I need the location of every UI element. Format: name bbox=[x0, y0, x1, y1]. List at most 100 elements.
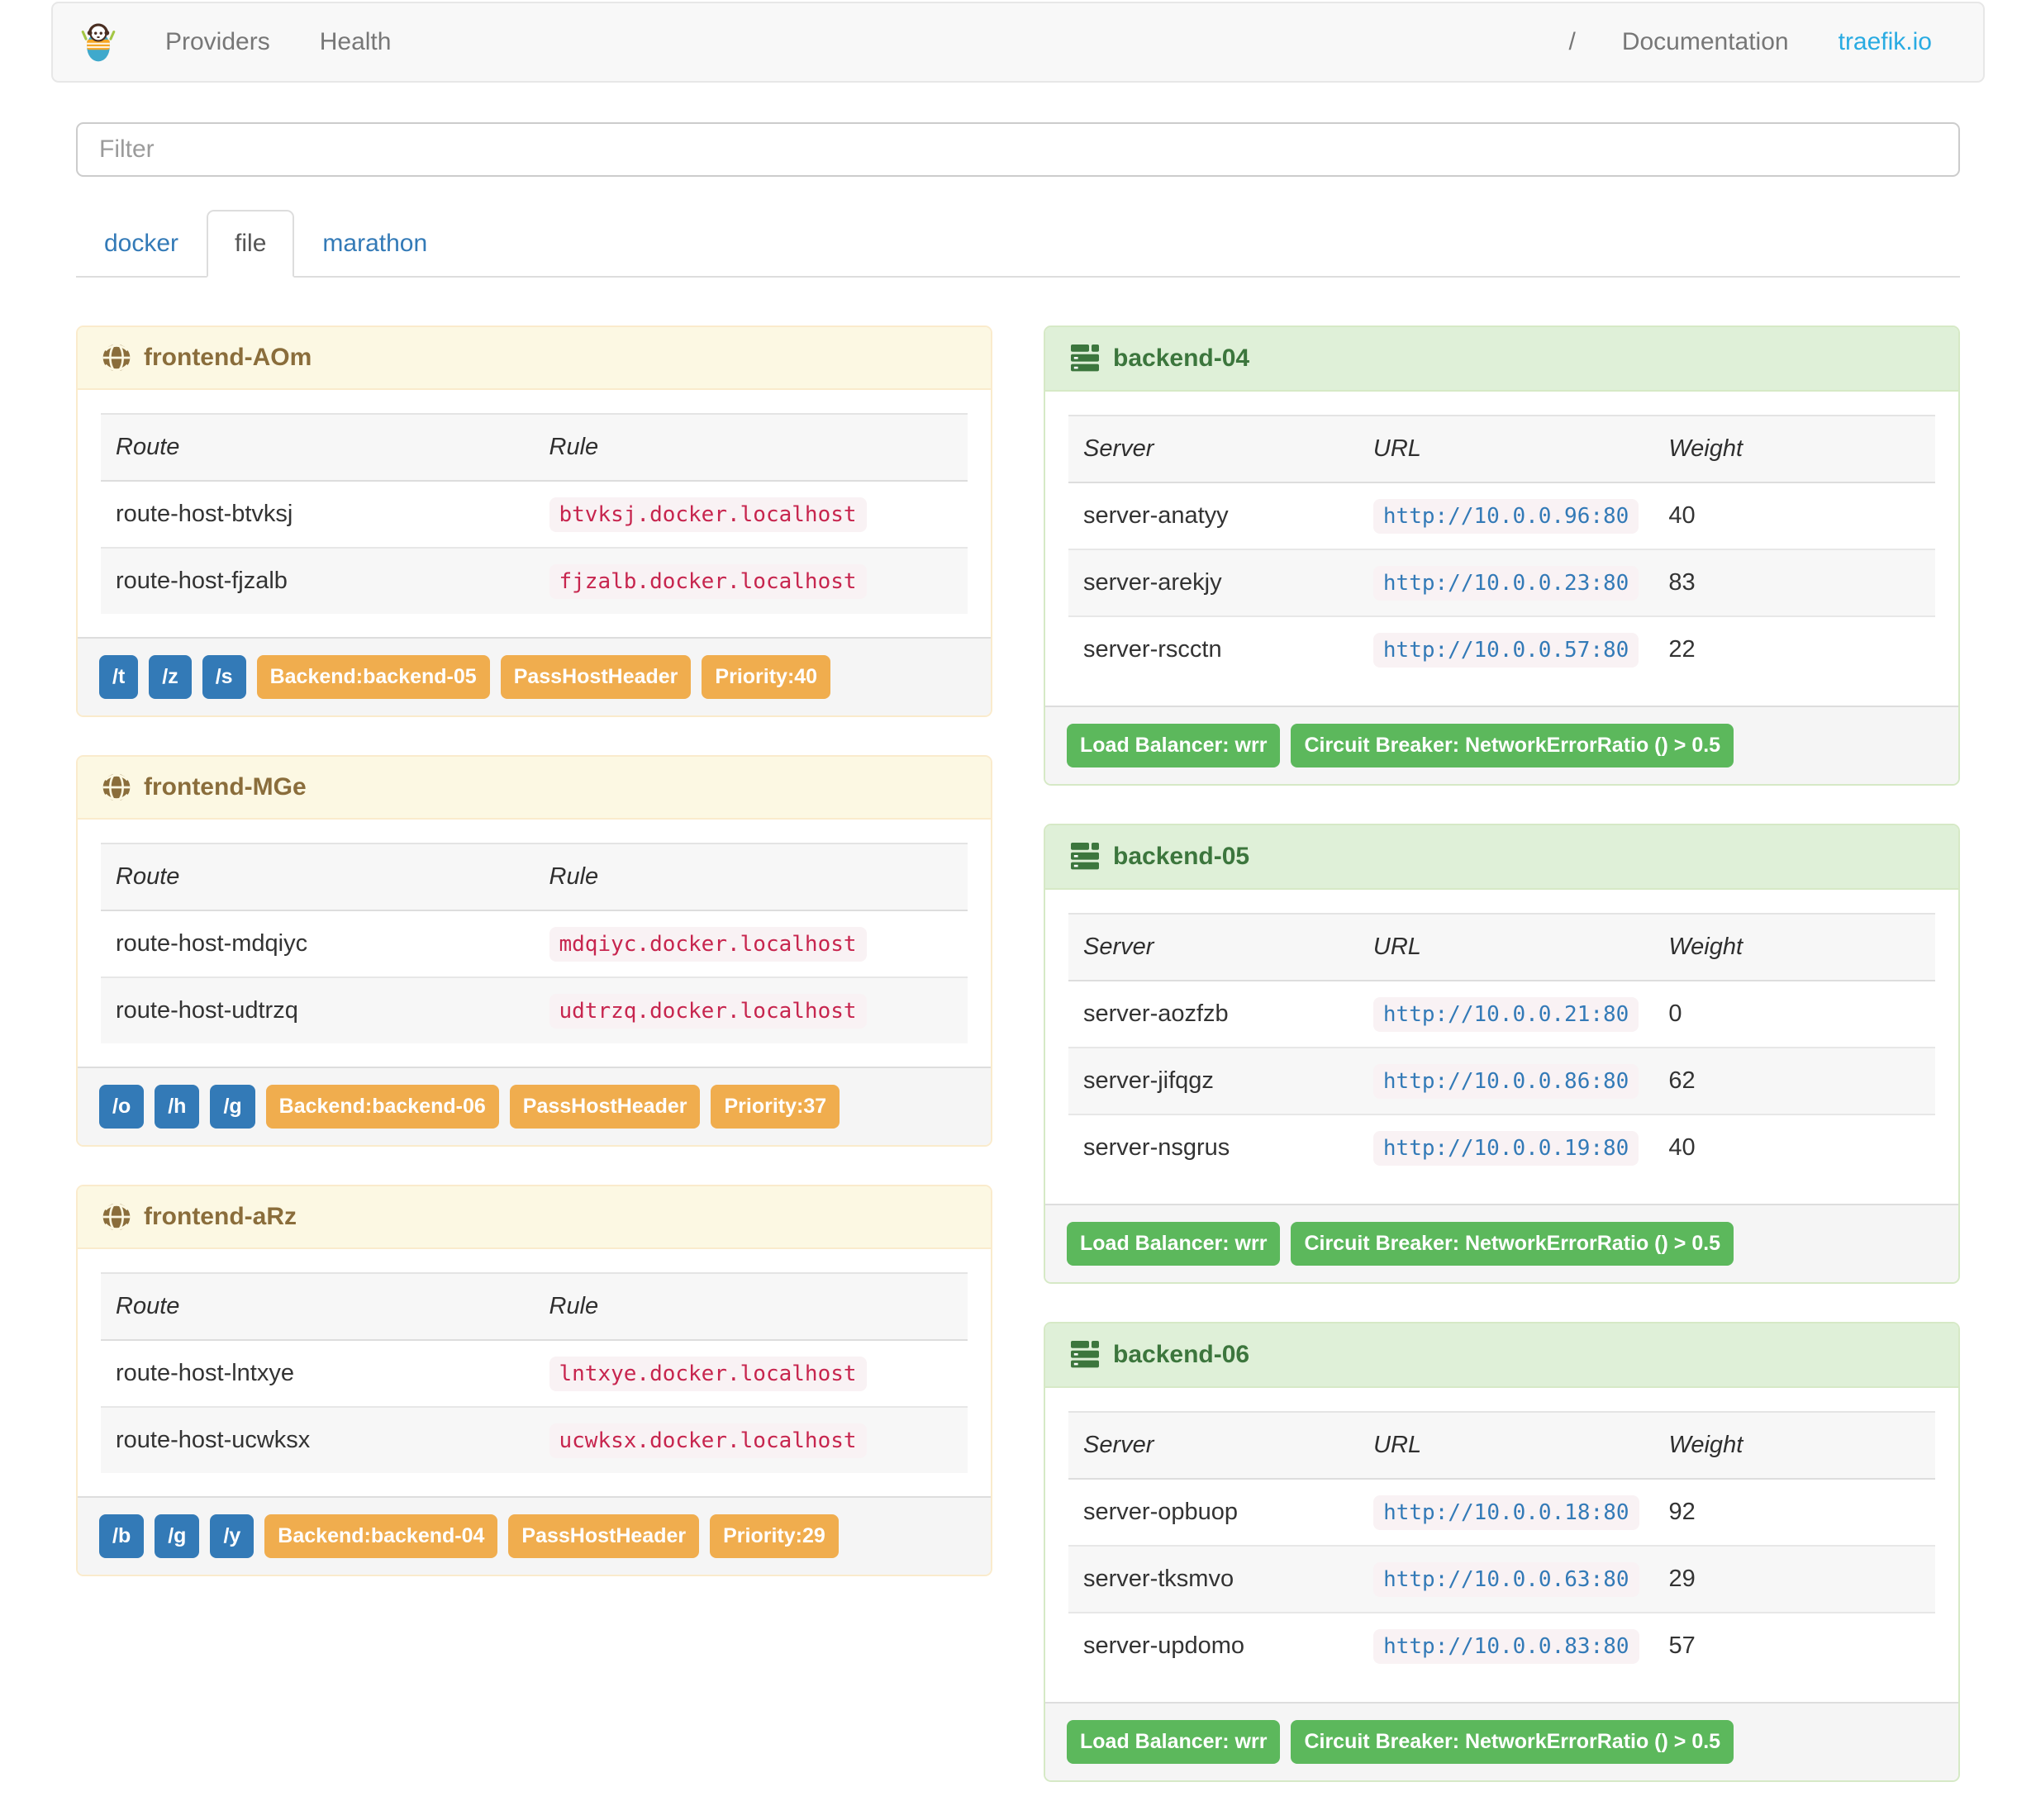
backend-card-body: Server URL Weight server-aozfzb http://10… bbox=[1045, 890, 1958, 1204]
server-url: http://10.0.0.21:80 bbox=[1372, 997, 1639, 1032]
rule-value: mdqiyc.docker.localhost bbox=[549, 927, 867, 962]
frontend-detail-badge: Priority:29 bbox=[710, 1514, 839, 1558]
server-rack-icon bbox=[1068, 342, 1101, 375]
frontend-detail-badge: PassHostHeader bbox=[509, 1085, 701, 1129]
backend-detail-badge: Load Balancer: wrr bbox=[1067, 1720, 1281, 1764]
frontend-detail-badge: Priority:37 bbox=[711, 1085, 840, 1129]
route-name-cell: route-host-udtrzq bbox=[116, 997, 298, 1024]
filter-input[interactable] bbox=[76, 122, 1960, 177]
frontend-card: frontend-MGe Route Rule route-host-mdqiy… bbox=[76, 755, 992, 1147]
route-row: route-host-btvksj btvksj.docker.localhost bbox=[101, 481, 968, 548]
server-name-cell: server-arekjy bbox=[1083, 569, 1222, 596]
weight-cell: 62 bbox=[1668, 1067, 1696, 1094]
routes-table: Route Rule route-host-lntxye lntxye.docke… bbox=[101, 1272, 968, 1473]
server-url: http://10.0.0.23:80 bbox=[1372, 566, 1639, 601]
column-header-weight: Weight bbox=[1668, 934, 1743, 960]
column-header-route: Route bbox=[116, 1293, 180, 1319]
column-header-weight: Weight bbox=[1668, 1432, 1743, 1458]
weight-cell: 40 bbox=[1668, 502, 1696, 529]
frontend-detail-badge: Priority:40 bbox=[702, 655, 831, 699]
nav-item-traefik-io[interactable]: traefik.io bbox=[1814, 28, 1957, 56]
url-cell: http://10.0.0.57:80 bbox=[1358, 616, 1653, 682]
routes-table-header-row: Route Rule bbox=[101, 414, 968, 481]
routes-table-header-row: Route Rule bbox=[101, 843, 968, 910]
url-cell: http://10.0.0.83:80 bbox=[1358, 1613, 1653, 1679]
cards-grid: frontend-AOm Route Rule route-host-btvks… bbox=[76, 326, 1960, 1820]
server-url: http://10.0.0.63:80 bbox=[1373, 1562, 1639, 1597]
frontend-detail-badge: Backend:backend-04 bbox=[264, 1514, 498, 1558]
server-url-link[interactable]: http://10.0.0.18:80 bbox=[1383, 1500, 1629, 1525]
weight-cell: 92 bbox=[1668, 1499, 1696, 1525]
route-name-cell: route-host-mdqiyc bbox=[116, 930, 308, 957]
backend-card: backend-04 Server URL Weight server-anat… bbox=[1044, 326, 1960, 786]
entrypoint-badge: /z bbox=[149, 655, 192, 699]
url-cell: http://10.0.0.19:80 bbox=[1358, 1114, 1653, 1181]
rule-cell: ucwksx.docker.localhost bbox=[535, 1407, 968, 1473]
url-cell: http://10.0.0.18:80 bbox=[1358, 1479, 1653, 1546]
server-url-link[interactable]: http://10.0.0.86:80 bbox=[1383, 1069, 1629, 1094]
url-cell: http://10.0.0.86:80 bbox=[1358, 1048, 1653, 1114]
frontend-detail-badge: Backend:backend-05 bbox=[256, 655, 490, 699]
server-url-link[interactable]: http://10.0.0.83:80 bbox=[1383, 1634, 1629, 1659]
navbar-right: / Documentation traefik.io bbox=[1547, 28, 1957, 56]
column-header-url: URL bbox=[1372, 435, 1421, 462]
rule-value: udtrzq.docker.localhost bbox=[549, 994, 867, 1029]
servers-table-header-row: Server URL Weight bbox=[1068, 1412, 1935, 1479]
rule-cell: fjzalb.docker.localhost bbox=[535, 548, 968, 614]
frontend-card-footer: /t/z/s Backend:backend-05 PassHostHeader Pr… bbox=[78, 637, 991, 715]
backend-card: backend-05 Server URL Weight server-aozf… bbox=[1044, 824, 1960, 1284]
route-row: route-host-fjzalb fjzalb.docker.localhost bbox=[101, 548, 968, 614]
entrypoint-badge: /t bbox=[99, 655, 139, 699]
backend-title: backend-06 bbox=[1113, 1341, 1250, 1368]
backend-title: backend-05 bbox=[1113, 843, 1250, 870]
nav-item-providers[interactable]: Providers bbox=[140, 28, 295, 56]
nav-separator: / bbox=[1568, 28, 1576, 55]
backend-detail-badge: Circuit Breaker: NetworkErrorRatio () > … bbox=[1291, 1222, 1734, 1266]
servers-table: Server URL Weight server-anatyy http://10… bbox=[1068, 415, 1935, 682]
column-header-server: Server bbox=[1083, 934, 1154, 960]
server-name-cell: server-jifqgz bbox=[1083, 1067, 1214, 1094]
entrypoint-badge: /s bbox=[202, 655, 246, 699]
nav-item-documentation[interactable]: Documentation bbox=[1597, 28, 1814, 56]
nav-item-health[interactable]: Health bbox=[295, 28, 416, 56]
column-header-rule: Rule bbox=[549, 1293, 599, 1319]
url-cell: http://10.0.0.21:80 bbox=[1358, 981, 1653, 1048]
route-row: route-host-udtrzq udtrzq.docker.localhost bbox=[101, 977, 968, 1043]
frontend-detail-badge: PassHostHeader bbox=[500, 655, 692, 699]
routes-table: Route Rule route-host-btvksj btvksj.docke… bbox=[101, 413, 968, 614]
servers-table: Server URL Weight server-aozfzb http://10… bbox=[1068, 913, 1935, 1181]
backend-detail-badge: Circuit Breaker: NetworkErrorRatio () > … bbox=[1291, 1720, 1734, 1764]
backend-card-footer: Load Balancer: wrr Circuit Breaker: Netwo… bbox=[1045, 706, 1958, 784]
frontend-card: frontend-aRz Route Rule route-host-lntxy… bbox=[76, 1185, 992, 1576]
server-url-link[interactable]: http://10.0.0.19:80 bbox=[1383, 1136, 1629, 1161]
server-url-link[interactable]: http://10.0.0.96:80 bbox=[1383, 504, 1629, 529]
navbar-left: Providers Health bbox=[79, 21, 416, 63]
server-row: server-opbuop http://10.0.0.18:80 92 bbox=[1068, 1479, 1935, 1546]
entrypoint-badge: /h bbox=[155, 1085, 200, 1129]
frontend-title: frontend-MGe bbox=[144, 773, 307, 801]
server-row: server-anatyy http://10.0.0.96:80 40 bbox=[1068, 482, 1935, 549]
weight-cell: 0 bbox=[1668, 1000, 1682, 1027]
url-cell: http://10.0.0.96:80 bbox=[1358, 482, 1653, 549]
backend-title: backend-04 bbox=[1113, 345, 1250, 372]
server-url: http://10.0.0.19:80 bbox=[1372, 1131, 1639, 1166]
server-row: server-rscctn http://10.0.0.57:80 22 bbox=[1068, 616, 1935, 682]
column-header-rule: Rule bbox=[549, 434, 599, 460]
main-container: dockerfilemarathon frontend-AOm Route bbox=[0, 83, 2036, 1820]
routes-table-header-row: Route Rule bbox=[101, 1273, 968, 1340]
backend-card-header: backend-06 bbox=[1045, 1323, 1958, 1388]
tab-docker[interactable]: docker bbox=[76, 210, 207, 278]
server-row: server-jifqgz http://10.0.0.86:80 62 bbox=[1068, 1048, 1935, 1114]
backend-card-header: backend-05 bbox=[1045, 825, 1958, 890]
server-url-link[interactable]: http://10.0.0.23:80 bbox=[1383, 571, 1629, 596]
globe-icon bbox=[101, 772, 132, 803]
tab-file[interactable]: file bbox=[207, 210, 295, 278]
frontends-column: frontend-AOm Route Rule route-host-btvks… bbox=[76, 326, 992, 1614]
server-name-cell: server-nsgrus bbox=[1083, 1134, 1230, 1161]
tab-marathon[interactable]: marathon bbox=[294, 210, 455, 278]
server-name-cell: server-aozfzb bbox=[1083, 1000, 1229, 1027]
frontend-detail-badge: PassHostHeader bbox=[508, 1514, 700, 1558]
server-url-link[interactable]: http://10.0.0.57:80 bbox=[1383, 638, 1629, 663]
frontend-card-body: Route Rule route-host-btvksj btvksj.docke… bbox=[78, 390, 991, 637]
server-url-link[interactable]: http://10.0.0.21:80 bbox=[1383, 1002, 1629, 1027]
